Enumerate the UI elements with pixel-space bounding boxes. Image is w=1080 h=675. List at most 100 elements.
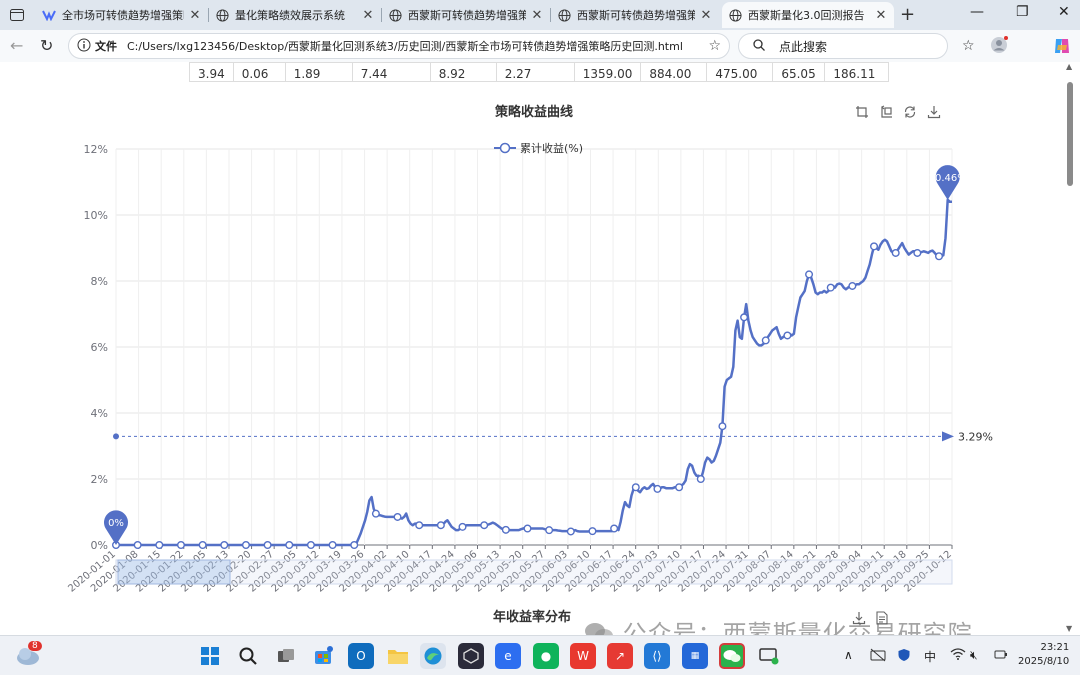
chat-app-icon[interactable]: ● bbox=[533, 643, 559, 669]
legend-label: 累计收益(%) bbox=[520, 141, 583, 155]
ai-app-icon[interactable]: e bbox=[495, 643, 521, 669]
start-icon[interactable] bbox=[197, 643, 223, 669]
tab-strip: 全市场可转债趋势增强策略 ✕ 量化策略绩效展示系统 ✕ 西蒙斯可转债趋势增强策略… bbox=[0, 0, 1080, 30]
wifi-icon[interactable] bbox=[950, 648, 966, 663]
data-point bbox=[696, 475, 705, 484]
clock-time: 23:21 bbox=[1040, 642, 1070, 653]
close-icon[interactable]: ✕ bbox=[874, 8, 888, 23]
favorites-icon[interactable]: ☆ bbox=[962, 38, 975, 54]
datazoom-slider bbox=[115, 559, 953, 585]
search-taskbar-icon[interactable] bbox=[235, 643, 261, 669]
close-icon[interactable]: ✕ bbox=[361, 8, 375, 23]
tab-1[interactable]: 量化策略绩效展示系统 ✕ bbox=[209, 2, 381, 28]
vscode-app-icon[interactable]: ⟨⟩ bbox=[644, 643, 670, 669]
save-image-icon[interactable] bbox=[926, 104, 942, 120]
data-point bbox=[371, 509, 380, 518]
y-tick-label: 8% bbox=[91, 275, 108, 288]
tab-label: 西蒙斯量化3.0回测报告 bbox=[748, 9, 865, 22]
close-icon[interactable]: ✕ bbox=[530, 8, 544, 23]
data-point bbox=[826, 283, 835, 292]
chat-favicon-icon bbox=[42, 8, 56, 22]
scroll-up-icon[interactable]: ▲ bbox=[1066, 62, 1072, 71]
scrollbar-thumb[interactable] bbox=[1067, 82, 1073, 186]
scroll-down-icon[interactable]: ▼ bbox=[1066, 624, 1072, 633]
close-icon[interactable]: ✕ bbox=[699, 8, 713, 23]
wps-app-icon[interactable]: W bbox=[570, 643, 596, 669]
terminal-app-icon[interactable] bbox=[458, 643, 484, 669]
data-point bbox=[415, 521, 424, 530]
store-app-icon[interactable] bbox=[310, 643, 336, 669]
y-tick-label: 12% bbox=[84, 143, 108, 156]
data-point bbox=[913, 248, 922, 257]
remote-app-icon[interactable] bbox=[756, 643, 782, 669]
search-input[interactable]: 点此搜索 bbox=[738, 33, 948, 59]
data-point bbox=[458, 522, 467, 531]
system-clock[interactable]: 23:21 2025/8/10 bbox=[1018, 641, 1069, 669]
restore-icon[interactable] bbox=[902, 104, 918, 120]
weather-badge: 8 bbox=[28, 641, 42, 651]
data-point bbox=[848, 281, 857, 290]
info-icon[interactable] bbox=[77, 38, 91, 55]
close-window-icon[interactable]: ✕ bbox=[1058, 4, 1070, 20]
tray-overflow-icon[interactable]: ∧ bbox=[844, 648, 853, 662]
y-tick-label: 6% bbox=[91, 341, 108, 354]
new-tab-icon[interactable]: + bbox=[900, 4, 915, 25]
scrollbar[interactable] bbox=[1066, 72, 1074, 632]
data-point bbox=[631, 483, 640, 492]
file-scheme-label: 文件 bbox=[95, 40, 117, 53]
minimize-icon[interactable]: — bbox=[970, 4, 984, 20]
refresh-icon[interactable]: ↻ bbox=[40, 36, 53, 55]
data-point bbox=[783, 331, 792, 340]
maximize-icon[interactable]: ❐ bbox=[1016, 4, 1029, 20]
back-icon[interactable]: ← bbox=[10, 36, 23, 55]
red-app-icon[interactable]: ↗ bbox=[607, 643, 633, 669]
globe-icon bbox=[728, 8, 742, 22]
max-pin-label: 10.46% bbox=[929, 173, 967, 184]
copilot-icon[interactable] bbox=[1052, 36, 1072, 60]
profile-avatar-icon[interactable] bbox=[990, 36, 1008, 58]
url-text[interactable]: C:/Users/lxg123456/Desktop/西蒙斯量化回测系统3/历史… bbox=[127, 38, 708, 54]
data-point bbox=[285, 541, 294, 550]
ime-indicator[interactable]: 中 bbox=[924, 648, 936, 665]
blue-app-icon[interactable]: ▦ bbox=[682, 643, 708, 669]
tab-4-active[interactable]: 西蒙斯量化3.0回测报告 ✕ bbox=[722, 2, 894, 28]
address-bar[interactable]: 文件 C:/Users/lxg123456/Desktop/西蒙斯量化回测系统3… bbox=[68, 33, 730, 59]
data-point bbox=[805, 270, 814, 279]
edge-app-icon[interactable] bbox=[420, 643, 446, 669]
tab-actions-icon[interactable] bbox=[6, 5, 28, 25]
data-point bbox=[350, 541, 359, 550]
volume-muted-icon[interactable]: 🔇︎ bbox=[970, 648, 978, 663]
y-tick-label: 2% bbox=[91, 473, 108, 486]
y-tick-label: 10% bbox=[84, 209, 108, 222]
data-point bbox=[480, 521, 489, 530]
zoom-reset-icon[interactable] bbox=[878, 104, 894, 120]
data-point bbox=[566, 527, 575, 536]
data-point bbox=[588, 527, 597, 536]
data-point bbox=[718, 422, 727, 431]
data-point bbox=[870, 242, 879, 251]
y-tick-label: 0% bbox=[91, 539, 108, 552]
tab-0[interactable]: 全市场可转债趋势增强策略 ✕ bbox=[36, 2, 208, 28]
wechat-app-icon[interactable] bbox=[719, 643, 745, 669]
data-point bbox=[891, 248, 900, 257]
security-icon[interactable] bbox=[897, 648, 911, 665]
data-point bbox=[241, 541, 250, 550]
globe-icon bbox=[388, 8, 402, 22]
weather-icon[interactable]: 8 bbox=[14, 641, 42, 671]
data-point bbox=[501, 525, 510, 534]
data-point bbox=[675, 483, 684, 492]
file-explorer-icon[interactable] bbox=[385, 643, 411, 669]
zoom-area-icon[interactable] bbox=[854, 104, 870, 120]
close-icon[interactable]: ✕ bbox=[188, 8, 202, 23]
task-view-icon[interactable] bbox=[273, 643, 299, 669]
favorite-star-icon[interactable]: ☆ bbox=[708, 38, 721, 54]
tab-label: 西蒙斯可转债趋势增强策略 bbox=[408, 9, 526, 22]
tab-2[interactable]: 西蒙斯可转债趋势增强策略 ✕ bbox=[382, 2, 550, 28]
network-off-icon[interactable] bbox=[870, 648, 886, 665]
data-point bbox=[328, 541, 337, 550]
outlook-app-icon[interactable]: O bbox=[348, 643, 374, 669]
battery-icon[interactable] bbox=[994, 648, 1008, 663]
watermark-text: 公众号：西蒙斯量化交易研究院 bbox=[622, 620, 973, 635]
search-icon bbox=[753, 38, 765, 54]
tab-3[interactable]: 西蒙斯可转债趋势增强策略 ✕ bbox=[551, 2, 719, 28]
